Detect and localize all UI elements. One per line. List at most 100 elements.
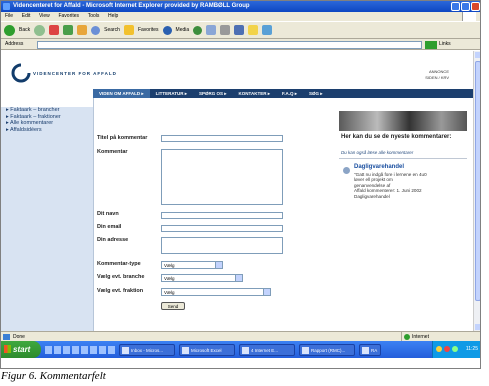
nav-faq[interactable]: F.A.Q ▸	[276, 89, 303, 98]
task-label: Inbox - Micros...	[131, 347, 164, 353]
quick-launch-icon[interactable]	[99, 345, 106, 354]
minimize-button[interactable]	[451, 2, 460, 11]
refresh-icon[interactable]	[63, 25, 74, 35]
chevron-down-icon[interactable]	[215, 262, 222, 268]
nav-spoerg-os[interactable]: SPØRG OS ▸	[193, 89, 233, 98]
chevron-down-icon[interactable]	[263, 289, 270, 295]
nav-litteratur[interactable]: LITTERATUR ▸	[150, 89, 193, 98]
home-icon[interactable]	[77, 25, 88, 35]
tray-icon[interactable]	[452, 346, 458, 352]
mail-icon[interactable]	[206, 25, 217, 35]
scroll-up-icon[interactable]	[475, 52, 480, 58]
email-input[interactable]	[161, 225, 283, 232]
menu-favorites[interactable]: Favorites	[58, 13, 79, 19]
comment-type-select[interactable]: Vælg	[161, 261, 223, 269]
go-button[interactable]	[425, 41, 437, 49]
edit-icon[interactable]	[234, 25, 245, 35]
address-bar: Address Links	[1, 39, 480, 50]
menu-bar: File Edit View Favorites Tools Help	[1, 12, 480, 21]
nav-viden-om-affald[interactable]: VIDEN OM AFFALD ▸	[93, 89, 150, 98]
start-button[interactable]: start	[1, 341, 41, 358]
menu-edit[interactable]: Edit	[22, 13, 31, 19]
favorites-label[interactable]: Favorites	[138, 27, 159, 33]
scrollbar-thumb[interactable]	[475, 61, 480, 301]
page-done-icon	[3, 334, 10, 340]
close-button[interactable]	[471, 2, 480, 11]
forward-arrow-icon[interactable]	[34, 24, 46, 36]
task-word[interactable]: Rapport (RMC)...	[299, 343, 355, 356]
menu-help[interactable]: Help	[108, 13, 118, 19]
quick-launch-icon[interactable]	[63, 345, 70, 354]
sidebar-item-affaldsideers[interactable]: ▸ Affaldsidéers	[1, 127, 93, 134]
quick-launch-icon[interactable]	[81, 345, 88, 354]
read-all-comments-link[interactable]: Du kan også læse alle kommentarer	[341, 150, 413, 155]
folder-icon[interactable]	[248, 25, 259, 35]
windows-flag-icon	[4, 345, 11, 353]
header-right-line: SIDEN / KRV	[425, 75, 449, 80]
fraction-select[interactable]: Vælg	[161, 288, 271, 296]
taskbar: start Inbox - Micros... Microsoft Excel …	[1, 341, 480, 358]
media-icon[interactable]	[162, 25, 172, 35]
branch-select[interactable]: Vælg	[161, 274, 243, 282]
task-internet-explorer[interactable]: 4 Internet E...	[239, 343, 295, 356]
branch-label: Vælg evt. branche	[97, 274, 145, 280]
tray-icon[interactable]	[436, 346, 442, 352]
messenger-icon[interactable]	[262, 25, 273, 35]
site-nav: VIDEN OM AFFALD ▸ LITTERATUR ▸ SPØRG OS …	[93, 89, 473, 98]
nav-soeg[interactable]: SØG ▸	[303, 89, 329, 98]
address-textarea[interactable]	[161, 237, 283, 254]
task-ra[interactable]: RA	[359, 343, 381, 356]
print-icon[interactable]	[220, 25, 231, 35]
window-title: Videncenteret for Affald - Microsoft Int…	[13, 3, 250, 9]
media-label[interactable]: Media	[176, 27, 190, 33]
scroll-down-icon[interactable]	[475, 324, 480, 330]
back-label[interactable]: Back	[19, 27, 30, 33]
comment-textarea[interactable]	[161, 149, 283, 205]
nav-kontakter[interactable]: KONTAKTER ▸	[233, 89, 276, 98]
comment-item-title[interactable]: Dagligvarehandel	[354, 164, 404, 170]
status-text: Done	[13, 334, 25, 340]
vertical-scrollbar[interactable]	[473, 51, 480, 331]
menu-file[interactable]: File	[5, 13, 13, 19]
title-input[interactable]	[161, 135, 283, 142]
back-arrow-icon[interactable]	[4, 24, 15, 36]
standard-toolbar: Back Search Favorites Media	[1, 21, 480, 39]
links-label[interactable]: Links	[439, 39, 451, 50]
task-excel[interactable]: Microsoft Excel	[179, 343, 235, 356]
status-bar: Done Internet	[1, 331, 480, 342]
task-label: 4 Internet E...	[251, 347, 279, 353]
send-button[interactable]: Send	[161, 302, 185, 310]
screenshot-frame: Videncenteret for Affald - Microsoft Int…	[0, 0, 481, 369]
tray-icon[interactable]	[444, 346, 450, 352]
outlook-icon	[122, 346, 129, 354]
quick-launch-icon[interactable]	[45, 345, 52, 354]
address-label: Address	[5, 41, 24, 47]
favorites-star-icon[interactable]	[123, 25, 134, 35]
maximize-button[interactable]	[461, 2, 470, 11]
column-divider	[93, 98, 94, 331]
quick-launch-icon[interactable]	[54, 345, 61, 354]
divider	[339, 158, 467, 159]
task-outlook[interactable]: Inbox - Micros...	[119, 343, 175, 356]
search-icon[interactable]	[91, 25, 101, 35]
history-icon[interactable]	[193, 25, 203, 35]
name-label: Dit navn	[97, 211, 119, 217]
address-input[interactable]	[37, 41, 422, 49]
menu-tools[interactable]: Tools	[88, 13, 100, 19]
email-label: Din email	[97, 224, 122, 230]
quick-launch-icon[interactable]	[108, 345, 115, 354]
address-field-label: Din adresse	[97, 237, 129, 243]
page-content: VIDENCENTER FOR AFFALD ANNONCE SIDEN / K…	[1, 51, 473, 331]
name-input[interactable]	[161, 212, 283, 219]
stop-icon[interactable]	[49, 25, 60, 35]
menu-view[interactable]: View	[39, 13, 50, 19]
search-label[interactable]: Search	[104, 27, 120, 33]
comment-type-value: Vælg	[164, 263, 175, 268]
chevron-down-icon[interactable]	[235, 275, 242, 281]
site-logo-text: VIDENCENTER FOR AFFALD	[33, 71, 117, 76]
quick-launch-icon[interactable]	[72, 345, 79, 354]
sidebar: ▸ Faktaark – brancher ▸ Faktaark – frakt…	[1, 107, 93, 331]
quick-launch-icon[interactable]	[90, 345, 97, 354]
quick-launch	[45, 345, 115, 354]
ie-icon	[242, 346, 249, 354]
